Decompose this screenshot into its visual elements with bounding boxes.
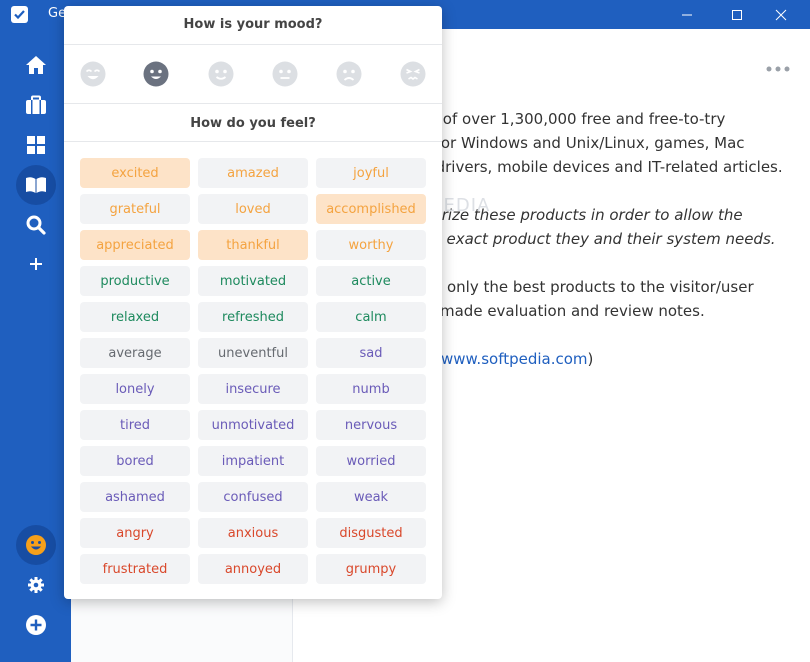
feeling-tag-relaxed[interactable]: relaxed	[80, 302, 190, 332]
nav-mood-button[interactable]	[16, 525, 56, 565]
entry-line: ry of over 1,300,000 free and free-to-tr…	[423, 110, 726, 128]
feeling-tag-loved[interactable]: loved	[198, 194, 308, 224]
nav-search-button[interactable]	[16, 205, 56, 245]
mood-popup: How is your mood? How do you feel? excit…	[64, 6, 442, 599]
neutral-face-icon[interactable]	[272, 61, 298, 87]
nav-briefcase-button[interactable]	[16, 85, 56, 125]
maximize-icon	[732, 9, 742, 20]
close-icon	[775, 9, 787, 20]
feeling-tag-average[interactable]: average	[80, 338, 190, 368]
feeling-tag-calm[interactable]: calm	[316, 302, 426, 332]
feeling-tag-confused[interactable]: confused	[198, 482, 308, 512]
feeling-tag-active[interactable]: active	[316, 266, 426, 296]
feeling-tag-amazed[interactable]: amazed	[198, 158, 308, 188]
entry-line: he exact product they and their system n…	[423, 230, 776, 248]
feeling-tag-motivated[interactable]: motivated	[198, 266, 308, 296]
nav-new-entry-button[interactable]	[16, 605, 56, 645]
plus-icon	[30, 258, 42, 270]
sad-face-icon[interactable]	[336, 61, 362, 87]
home-icon	[26, 56, 46, 74]
feeling-tag-grateful[interactable]: grateful	[80, 194, 190, 224]
close-button[interactable]	[758, 0, 804, 29]
minimize-button[interactable]	[664, 0, 710, 29]
app-check-icon	[11, 6, 28, 23]
nav-add-button[interactable]	[16, 244, 56, 284]
feeling-tag-impatient[interactable]: impatient	[198, 446, 308, 476]
mood-face-icon	[26, 535, 46, 555]
open-book-icon	[26, 177, 46, 193]
feeling-tag-annoyed[interactable]: annoyed	[198, 554, 308, 584]
feeling-tag-appreciated[interactable]: appreciated	[80, 230, 190, 260]
entry-line: s drivers, mobile devices and IT-related…	[423, 158, 783, 176]
maximize-button[interactable]	[714, 0, 760, 29]
feeling-tag-frustrated[interactable]: frustrated	[80, 554, 190, 584]
feeling-tag-angry[interactable]: angry	[80, 518, 190, 548]
feeling-tag-sad[interactable]: sad	[316, 338, 426, 368]
plus-circle-icon	[26, 615, 46, 635]
feeling-tag-bored[interactable]: bored	[80, 446, 190, 476]
mood-question: How is your mood?	[183, 17, 323, 32]
divider	[64, 103, 442, 104]
entry-line: only the best products to the visitor/us…	[447, 278, 754, 296]
angry-face-icon[interactable]	[400, 61, 426, 87]
left-nav	[0, 29, 71, 662]
grid-icon	[27, 136, 45, 154]
gear-icon	[28, 577, 44, 593]
feeling-tag-uneventful[interactable]: uneventful	[198, 338, 308, 368]
nav-settings-button[interactable]	[16, 565, 56, 605]
nav-home-button[interactable]	[16, 45, 56, 85]
smiling-face-icon[interactable]	[143, 61, 169, 87]
briefcase-icon	[26, 95, 46, 114]
divider	[64, 44, 442, 45]
entry-line: made evaluation and review notes.	[440, 302, 705, 320]
nav-journal-button[interactable]	[16, 165, 56, 205]
happy-face-icon[interactable]	[208, 61, 234, 87]
softpedia-link[interactable]: www.softpedia.com	[441, 350, 588, 368]
feeling-tag-disgusted[interactable]: disgusted	[316, 518, 426, 548]
laughing-face-icon[interactable]	[80, 61, 106, 87]
feeling-tag-unmotivated[interactable]: unmotivated	[198, 410, 308, 440]
feeling-tag-lonely[interactable]: lonely	[80, 374, 190, 404]
search-icon	[26, 215, 46, 235]
feeling-tag-grumpy[interactable]: grumpy	[316, 554, 426, 584]
feeling-tag-weak[interactable]: weak	[316, 482, 426, 512]
feeling-tag-numb[interactable]: numb	[316, 374, 426, 404]
feeling-tag-refreshed[interactable]: refreshed	[198, 302, 308, 332]
feeling-tag-worthy[interactable]: worthy	[316, 230, 426, 260]
minimize-icon	[682, 14, 692, 15]
feeling-tag-productive[interactable]: productive	[80, 266, 190, 296]
entry-line: s for Windows and Unix/Linux, games, Mac	[423, 134, 745, 152]
feeling-tag-thankful[interactable]: thankful	[198, 230, 308, 260]
feeling-tag-tired[interactable]: tired	[80, 410, 190, 440]
feeling-tag-joyful[interactable]: joyful	[316, 158, 426, 188]
feeling-tag-accomplished[interactable]: accomplished	[316, 194, 426, 224]
divider	[64, 141, 442, 142]
feeling-tag-ashamed[interactable]: ashamed	[80, 482, 190, 512]
feel-question: How do you feel?	[190, 116, 316, 131]
link-suffix: )	[587, 350, 594, 368]
feeling-tag-insecure[interactable]: insecure	[198, 374, 308, 404]
feeling-tag-anxious[interactable]: anxious	[198, 518, 308, 548]
nav-dashboard-button[interactable]	[16, 125, 56, 165]
feeling-tag-excited[interactable]: excited	[80, 158, 190, 188]
feeling-tag-nervous[interactable]: nervous	[316, 410, 426, 440]
feeling-tag-worried[interactable]: worried	[316, 446, 426, 476]
